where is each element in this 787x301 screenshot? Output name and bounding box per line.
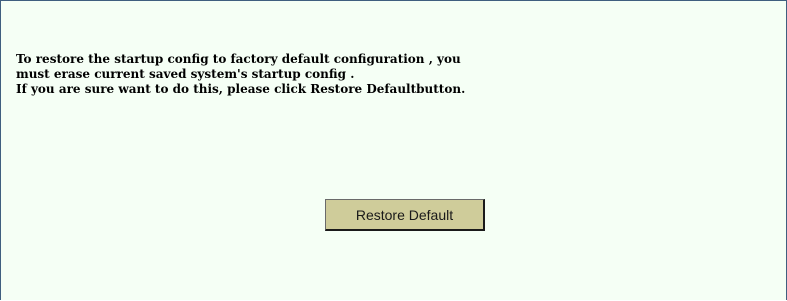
restore-instructions: To restore the startup config to factory… [16,52,536,97]
restore-default-button[interactable]: Restore Default [325,199,485,231]
instruction-line-3: If you are sure want to do this, please … [16,82,466,96]
instruction-line-1: To restore the startup config to factory… [16,52,461,66]
restore-config-panel: To restore the startup config to factory… [0,0,787,300]
instruction-line-2: must erase current saved system's startu… [16,67,355,81]
